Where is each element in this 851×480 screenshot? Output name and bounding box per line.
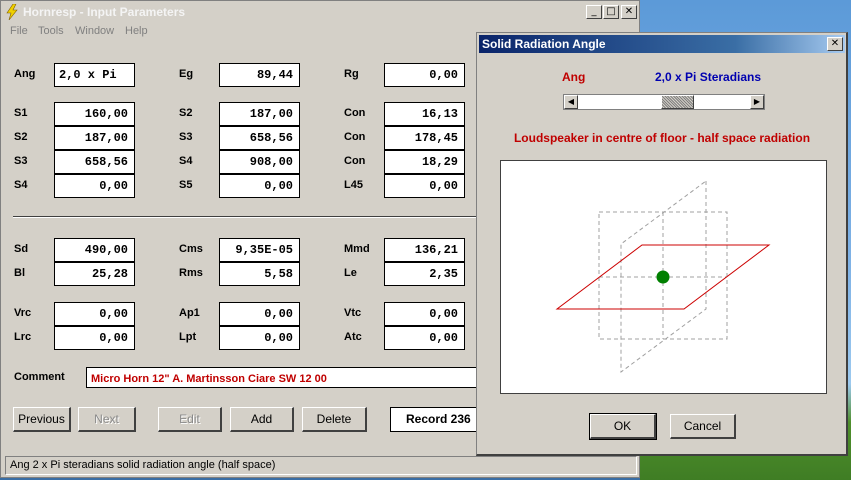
slider-left-arrow-icon[interactable]: ◀ (564, 95, 578, 109)
vrc-field[interactable]: 0,00 (54, 302, 135, 326)
s1-field[interactable]: 160,00 (54, 102, 135, 126)
s2-label-col2: S2 (179, 107, 193, 119)
s5-field[interactable]: 0,00 (219, 174, 300, 198)
con3-field[interactable]: 18,29 (384, 150, 465, 174)
dialog-titlebar[interactable]: Solid Radiation Angle ✕ (479, 35, 845, 53)
ap1-field[interactable]: 0,00 (219, 302, 300, 326)
ang-label: Ang (14, 68, 36, 80)
eg-label: Eg (179, 68, 194, 80)
bl-field[interactable]: 25,28 (54, 262, 135, 286)
vrc-label: Vrc (14, 307, 32, 319)
close-button[interactable]: ✕ (621, 5, 637, 19)
status-bar: Ang 2 x Pi steradians solid radiation an… (5, 456, 637, 475)
maximize-button[interactable]: □ (603, 5, 619, 19)
s4-label-col2: S4 (179, 155, 193, 167)
atc-field[interactable]: 0,00 (384, 326, 465, 350)
next-button[interactable]: Next (78, 407, 136, 432)
delete-button[interactable]: Delete (302, 407, 367, 432)
s2-field[interactable]: 187,00 (54, 126, 135, 150)
loudspeaker-dot (656, 270, 670, 284)
section-divider (13, 216, 477, 218)
le-field[interactable]: 2,35 (384, 262, 465, 286)
angle-slider[interactable]: ◀ ▶ (563, 94, 765, 110)
lpt-label: Lpt (179, 331, 197, 343)
rg-label: Rg (344, 68, 359, 80)
comment-label: Comment (14, 371, 65, 383)
s4-field[interactable]: 0,00 (54, 174, 135, 198)
l45-field[interactable]: 0,00 (384, 174, 465, 198)
slider-thumb[interactable] (661, 95, 695, 109)
solid-radiation-angle-dialog: Solid Radiation Angle ✕ Ang 2,0 x Pi Ste… (476, 32, 848, 456)
s1-label: S1 (14, 107, 28, 119)
menu-help[interactable]: Help (125, 25, 148, 37)
atc-label: Atc (344, 331, 362, 343)
slider-right-arrow-icon[interactable]: ▶ (750, 95, 764, 109)
dialog-title: Solid Radiation Angle (482, 37, 606, 51)
menu-window[interactable]: Window (75, 25, 114, 37)
le-label: Le (344, 267, 357, 279)
s4-label: S4 (14, 179, 28, 191)
sd-field[interactable]: 490,00 (54, 238, 135, 262)
l45-label: L45 (344, 179, 363, 191)
dialog-ang-value: 2,0 x Pi Steradians (655, 70, 762, 84)
menu-tools[interactable]: Tools (38, 25, 64, 37)
dialog-close-button[interactable]: ✕ (827, 37, 843, 51)
lightning-icon (6, 4, 18, 20)
cancel-button[interactable]: Cancel (670, 414, 736, 439)
comment-field[interactable]: Micro Horn 12" A. Martinsson Ciare SW 12… (86, 367, 478, 388)
add-button[interactable]: Add (230, 407, 294, 432)
s4-field-col2[interactable]: 908,00 (219, 150, 300, 174)
previous-button[interactable]: Previous (13, 407, 71, 432)
rms-label: Rms (179, 267, 203, 279)
sd-label: Sd (14, 243, 29, 255)
s3-label: S3 (14, 155, 28, 167)
minimize-button[interactable]: _ (586, 5, 602, 19)
menu-file[interactable]: File (10, 25, 28, 37)
lpt-field[interactable]: 0,00 (219, 326, 300, 350)
con1-label: Con (344, 107, 366, 119)
con1-field[interactable]: 16,13 (384, 102, 465, 126)
bl-label: Bl (14, 267, 25, 279)
vtc-field[interactable]: 0,00 (384, 302, 465, 326)
eg-field[interactable]: 89,44 (219, 63, 300, 87)
ang-field[interactable]: 2,0 x Pi (54, 63, 135, 87)
main-titlebar[interactable]: Hornresp - Input Parameters _ □ ✕ (1, 1, 639, 23)
con3-label: Con (344, 155, 366, 167)
s2-field-col2[interactable]: 187,00 (219, 102, 300, 126)
s3-label-col2: S3 (179, 131, 193, 143)
radiation-diagram (500, 160, 827, 394)
radiation-description: Loudspeaker in centre of floor - half sp… (513, 131, 811, 145)
lrc-field[interactable]: 0,00 (54, 326, 135, 350)
ap1-label: Ap1 (179, 307, 200, 319)
s3-field-col2[interactable]: 658,56 (219, 126, 300, 150)
con2-field[interactable]: 178,45 (384, 126, 465, 150)
s2-label: S2 (14, 131, 28, 143)
record-indicator: Record 236 (390, 407, 482, 432)
cms-field[interactable]: 9,35E-05 (219, 238, 300, 262)
mmd-label: Mmd (344, 243, 370, 255)
radiation-diagram-svg (555, 180, 771, 373)
lrc-label: Lrc (14, 331, 32, 343)
window-title: Hornresp - Input Parameters (23, 5, 186, 19)
ok-button[interactable]: OK (589, 413, 657, 440)
cms-label: Cms (179, 243, 203, 255)
s5-label: S5 (179, 179, 193, 191)
edit-button[interactable]: Edit (158, 407, 222, 432)
s3-field[interactable]: 658,56 (54, 150, 135, 174)
vtc-label: Vtc (344, 307, 362, 319)
con2-label: Con (344, 131, 366, 143)
rg-field[interactable]: 0,00 (384, 63, 465, 87)
mmd-field[interactable]: 136,21 (384, 238, 465, 262)
rms-field[interactable]: 5,58 (219, 262, 300, 286)
dialog-ang-label: Ang (562, 70, 586, 84)
